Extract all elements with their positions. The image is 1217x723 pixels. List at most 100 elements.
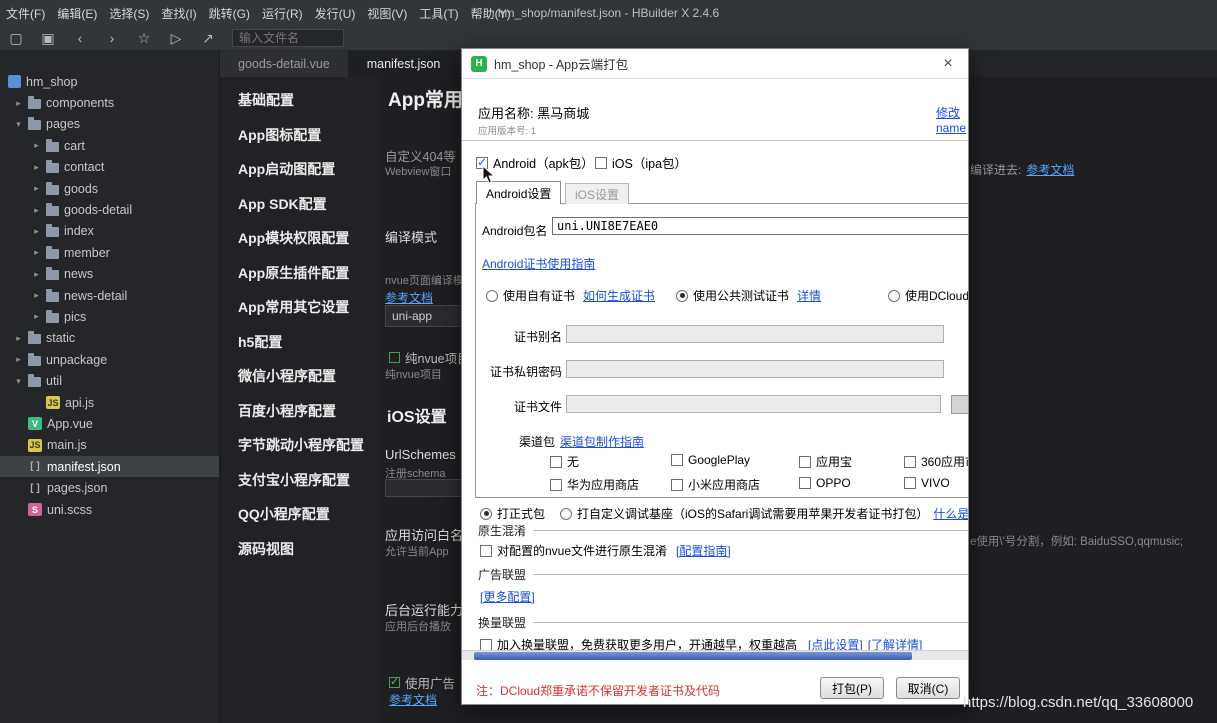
tree-item-news-detail[interactable]: ▸ news-detail (0, 285, 219, 306)
menu-publish[interactable]: 发行(U) (309, 0, 362, 26)
channel-360-checkbox[interactable] (904, 455, 916, 468)
cert-alias-input[interactable] (566, 325, 944, 343)
tree-item-components[interactable]: ▸ components (0, 92, 219, 113)
cert-guide-link[interactable]: Android证书使用指南 (482, 255, 595, 272)
bookmark-icon[interactable]: ☆ (136, 31, 152, 45)
channel-none-checkbox[interactable] (550, 455, 562, 468)
nav-base-config[interactable]: 基础配置 (222, 83, 380, 118)
dialog-tab-android[interactable]: Android设置 (476, 181, 562, 204)
tree-item-contact[interactable]: ▸ contact (0, 157, 219, 178)
cert-detail-link[interactable]: 详情 (797, 287, 821, 304)
reference-doc-link-2[interactable]: 参考文档 (389, 691, 437, 708)
tree-item-static[interactable]: ▸ static (0, 328, 219, 349)
save-icon[interactable]: ▣ (40, 31, 56, 45)
ios-package-checkbox[interactable] (595, 156, 607, 169)
scrollbar-thumb[interactable] (474, 652, 912, 660)
filename-search-input[interactable] (232, 29, 344, 47)
nav-alipay-mp-config[interactable]: 支付宝小程序配置 (222, 463, 380, 498)
json-file-icon: [ ] (30, 482, 40, 494)
forward-icon[interactable]: › (104, 31, 120, 45)
what-is-custom-base-link[interactable]: 什么是自定义调试基座 (933, 505, 968, 522)
channel-googleplay-checkbox[interactable] (671, 454, 683, 466)
tree-item-pages-json[interactable]: [ ] pages.json (0, 477, 219, 498)
tree-item-uni-scss[interactable]: S uni.scss (0, 499, 219, 520)
tree-item-util[interactable]: ▾ util (0, 370, 219, 391)
menu-select[interactable]: 选择(S) (103, 0, 155, 26)
channel-yingyongbao-checkbox[interactable] (799, 455, 811, 468)
menu-view[interactable]: 视图(V) (361, 0, 413, 26)
nav-sdk-config[interactable]: App SDK配置 (222, 187, 380, 222)
tree-item-app-vue[interactable]: V App.vue (0, 413, 219, 434)
menu-goto[interactable]: 跳转(G) (203, 0, 256, 26)
nav-qq-mp-config[interactable]: QQ小程序配置 (222, 497, 380, 532)
generate-cert-link[interactable]: 如何生成证书 (583, 287, 655, 304)
folder-icon (46, 224, 59, 238)
cert-file-input[interactable] (566, 395, 941, 413)
channel-oppo-checkbox[interactable] (799, 477, 811, 489)
nav-baidu-mp-config[interactable]: 百度小程序配置 (222, 394, 380, 429)
modify-name-link[interactable]: 修改name (936, 104, 968, 135)
browse-button[interactable] (951, 395, 968, 414)
menu-find[interactable]: 查找(I) (155, 0, 202, 26)
project-root[interactable]: hm_shop (0, 71, 219, 92)
tab-manifest-json[interactable]: manifest.json (348, 51, 460, 77)
channel-vivo-checkbox[interactable] (904, 477, 916, 489)
tree-item-pics[interactable]: ▸ pics (0, 306, 219, 327)
tree-item-pages[interactable]: ▾ pages (0, 114, 219, 135)
tree-item-main-js[interactable]: JS main.js (0, 435, 219, 456)
run-icon[interactable]: ▷ (168, 31, 184, 45)
compile-mode-label: 编译模式 (385, 230, 438, 245)
reference-doc-link-3[interactable]: 参考文档 (1026, 161, 1074, 178)
own-cert-radio[interactable] (486, 289, 498, 302)
reference-doc-link[interactable]: 参考文档 (385, 289, 433, 306)
build-button[interactable]: 打包(P) (820, 677, 884, 699)
new-file-icon[interactable]: ▢ (8, 31, 24, 45)
channel-huawei-checkbox[interactable] (550, 478, 562, 491)
obfuscation-guide-link[interactable]: [配置指南] (676, 542, 731, 559)
tree-item-api-js[interactable]: JS api.js (0, 392, 219, 413)
ad-more-config-link[interactable]: [更多配置] (480, 588, 535, 605)
tree-item-unpackage[interactable]: ▸ unpackage (0, 349, 219, 370)
back-icon[interactable]: ‹ (72, 31, 88, 45)
nav-app-misc-config[interactable]: App常用其它设置 (222, 290, 380, 325)
pure-nvue-label: 纯nvue项目 (405, 352, 470, 366)
tree-item-cart[interactable]: ▸ cart (0, 135, 219, 156)
channel-xiaomi-checkbox[interactable] (671, 478, 683, 491)
tree-item-label: member (64, 245, 110, 260)
tree-item-manifest-json[interactable]: [ ] manifest.json (0, 456, 219, 478)
exchange-checkbox[interactable] (480, 638, 492, 651)
menu-file[interactable]: 文件(F) (0, 0, 51, 26)
nav-source-view[interactable]: 源码视图 (222, 532, 380, 567)
folder-icon (46, 160, 59, 174)
obfuscation-checkbox[interactable] (480, 544, 492, 557)
menu-tools[interactable]: 工具(T) (413, 0, 464, 26)
close-icon[interactable]: × (937, 55, 959, 73)
ad-checkbox[interactable] (389, 675, 400, 688)
nav-native-plugin-config[interactable]: App原生插件配置 (222, 256, 380, 291)
tree-item-goods-detail[interactable]: ▸ goods-detail (0, 199, 219, 220)
menu-edit[interactable]: 编辑(E) (51, 0, 103, 26)
nav-app-icon-config[interactable]: App图标配置 (222, 118, 380, 153)
tree-item-index[interactable]: ▸ index (0, 221, 219, 242)
menu-run[interactable]: 运行(R) (256, 0, 309, 26)
build-official-radio[interactable] (480, 507, 492, 520)
tree-item-goods[interactable]: ▸ goods (0, 178, 219, 199)
cert-password-input[interactable] (566, 360, 944, 378)
tab-goods-detail-vue[interactable]: goods-detail.vue (220, 51, 349, 77)
cancel-button[interactable]: 取消(C) (896, 677, 960, 699)
public-cert-radio[interactable] (676, 289, 688, 302)
nav-bytedance-mp-config[interactable]: 字节跳动小程序配置 (222, 428, 380, 463)
nav-module-permission-config[interactable]: App模块权限配置 (222, 221, 380, 256)
build-custom-radio[interactable] (560, 507, 572, 520)
tree-item-news[interactable]: ▸ news (0, 264, 219, 285)
nav-h5-config[interactable]: h5配置 (222, 325, 380, 360)
nav-weixin-mp-config[interactable]: 微信小程序配置 (222, 359, 380, 394)
channel-guide-link[interactable]: 渠道包制作指南 (560, 433, 644, 450)
pure-nvue-checkbox[interactable] (389, 352, 400, 363)
dcloud-cert-radio[interactable] (888, 289, 900, 302)
nav-splash-config[interactable]: App启动图配置 (222, 152, 380, 187)
tree-item-member[interactable]: ▸ member (0, 242, 219, 263)
dialog-tab-ios[interactable]: iOS设置 (565, 183, 630, 204)
publish-icon[interactable]: ↗ (200, 31, 216, 45)
package-name-input[interactable] (552, 217, 968, 235)
